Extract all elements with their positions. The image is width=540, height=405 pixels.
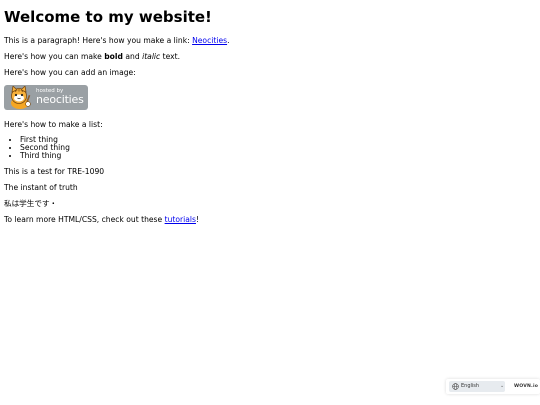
- neocities-link[interactable]: Neocities: [192, 36, 227, 45]
- paragraph-link: This is a paragraph! Here's how you make…: [4, 36, 536, 45]
- paragraph-text: This is a paragraph! Here's how you make…: [4, 36, 193, 45]
- paragraph-image-intro: Here's how you can add an image:: [4, 68, 136, 77]
- list-item: Third thing: [20, 152, 536, 160]
- tutorials-text-pre: To learn more HTML/CSS, check out these: [4, 215, 165, 224]
- paragraph-test: This is a test for TRE-1090: [4, 167, 105, 176]
- language-select[interactable]: English ⌄: [449, 381, 505, 392]
- paragraph-japanese: 私は学生です・: [4, 199, 58, 208]
- paragraph-tutorials: To learn more HTML/CSS, check out these …: [4, 215, 536, 224]
- chevron-down-icon: ⌄: [500, 383, 505, 389]
- italic-text: italic: [142, 52, 161, 61]
- formatting-text-mid: and: [122, 52, 143, 61]
- list-item: First thing: [20, 136, 536, 144]
- page: Welcome to my website! This is a paragra…: [0, 0, 540, 405]
- formatting-text-pre: Here's how you can make: [4, 52, 105, 61]
- hosted-by-neocities-badge: hosted by neocities: [4, 85, 88, 110]
- paragraph-instant: The instant of truth: [4, 183, 78, 192]
- tutorials-link[interactable]: tutorials: [165, 215, 196, 224]
- bold-text: bold: [104, 52, 123, 61]
- list: First thing Second thing Third thing: [4, 136, 536, 160]
- paragraph-formatting: Here's how you can make bold and italic …: [4, 52, 536, 61]
- badge-brand-label: neocities: [36, 93, 84, 106]
- neocities-cat-icon: [11, 86, 31, 109]
- wovn-logo-link[interactable]: WOVN.io: [514, 383, 538, 390]
- formatting-text-end: text.: [160, 52, 181, 61]
- globe-icon: [452, 383, 459, 390]
- list-item: Second thing: [20, 144, 536, 152]
- tutorials-text-end: !: [195, 215, 200, 224]
- page-title: Welcome to my website!: [4, 8, 212, 26]
- paragraph-list-intro: Here's how to make a list:: [4, 120, 103, 129]
- language-widget: English ⌄ WOVN.io: [446, 379, 540, 394]
- paragraph-end: .: [227, 36, 230, 45]
- language-selected-label: English: [461, 383, 480, 389]
